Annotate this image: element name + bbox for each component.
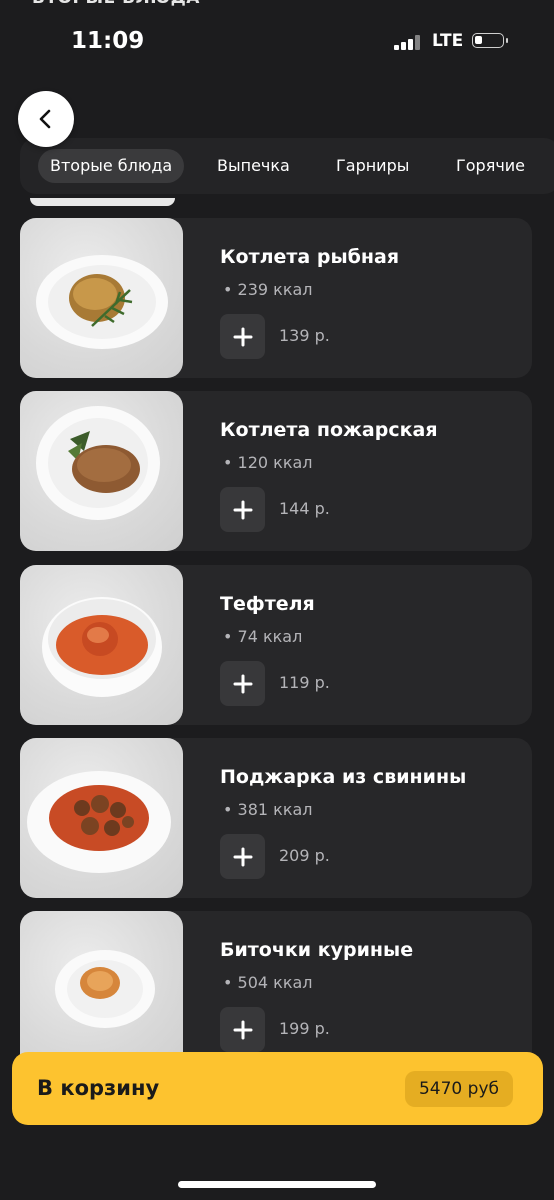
product-price: 199 р. [279, 1019, 330, 1038]
add-to-cart-button[interactable] [220, 834, 265, 879]
plus-icon [233, 500, 252, 519]
go-to-cart-button[interactable]: В корзину 5470 руб [12, 1052, 543, 1125]
product-price: 144 р. [279, 499, 330, 518]
add-to-cart-button[interactable] [220, 1007, 265, 1052]
signal-icon [394, 34, 424, 50]
product-kcal: • 381 ккал [223, 800, 313, 819]
network-label: LTE [432, 31, 464, 51]
add-to-cart-button[interactable] [220, 661, 265, 706]
product-kcal: • 74 ккал [223, 627, 303, 646]
plus-icon [233, 327, 252, 346]
cart-label: В корзину [37, 1076, 160, 1100]
product-card[interactable]: Поджарка из свинины • 381 ккал 209 р. [20, 738, 532, 898]
plus-icon [233, 847, 252, 866]
product-photo [20, 218, 183, 378]
cart-total-badge: 5470 руб [404, 1071, 513, 1107]
product-card[interactable]: Котлета пожарская • 120 ккал 144 р. [20, 391, 532, 551]
back-button[interactable] [18, 91, 74, 147]
product-card[interactable]: Биточки куриные • 504 ккал 199 р. [20, 911, 532, 1071]
product-card[interactable]: Котлета рыбная • 239 ккал 139 р. [20, 218, 532, 378]
product-name: Поджарка из свинины [220, 766, 467, 788]
tab-goryachie[interactable]: Горячие [456, 149, 525, 183]
tab-vypechka[interactable]: Выпечка [217, 149, 290, 183]
product-price: 119 р. [279, 673, 330, 692]
plus-icon [233, 1020, 252, 1039]
product-name: Котлета пожарская [220, 419, 438, 441]
product-kcal: • 120 ккал [223, 453, 313, 472]
product-photo [20, 738, 183, 898]
add-to-cart-button[interactable] [220, 314, 265, 359]
battery-icon [472, 33, 508, 48]
product-kcal: • 239 ккал [223, 280, 313, 299]
product-card[interactable]: Тефтеля • 74 ккал 119 р. [20, 565, 532, 725]
status-bar: 11:09 LTE [0, 0, 554, 80]
product-name: Котлета рыбная [220, 246, 400, 268]
plus-icon [233, 674, 252, 693]
previous-item-photo [30, 198, 175, 206]
tab-garniry[interactable]: Гарниры [336, 149, 409, 183]
home-indicator[interactable] [178, 1181, 376, 1188]
product-price: 139 р. [279, 326, 330, 345]
product-photo [20, 911, 183, 1071]
product-name: Тефтеля [220, 593, 315, 615]
tab-vtorye-blyuda[interactable]: Вторые блюда [38, 149, 185, 183]
status-time: 11:09 [71, 28, 145, 54]
product-price: 209 р. [279, 846, 330, 865]
product-photo [20, 391, 183, 551]
product-kcal: • 504 ккал [223, 973, 313, 992]
add-to-cart-button[interactable] [220, 487, 265, 532]
product-name: Биточки куриные [220, 939, 414, 961]
chevron-left-icon [39, 109, 51, 129]
product-photo [20, 565, 183, 725]
category-tabs: Вторые блюда Выпечка Гарниры Горячие [20, 138, 554, 194]
